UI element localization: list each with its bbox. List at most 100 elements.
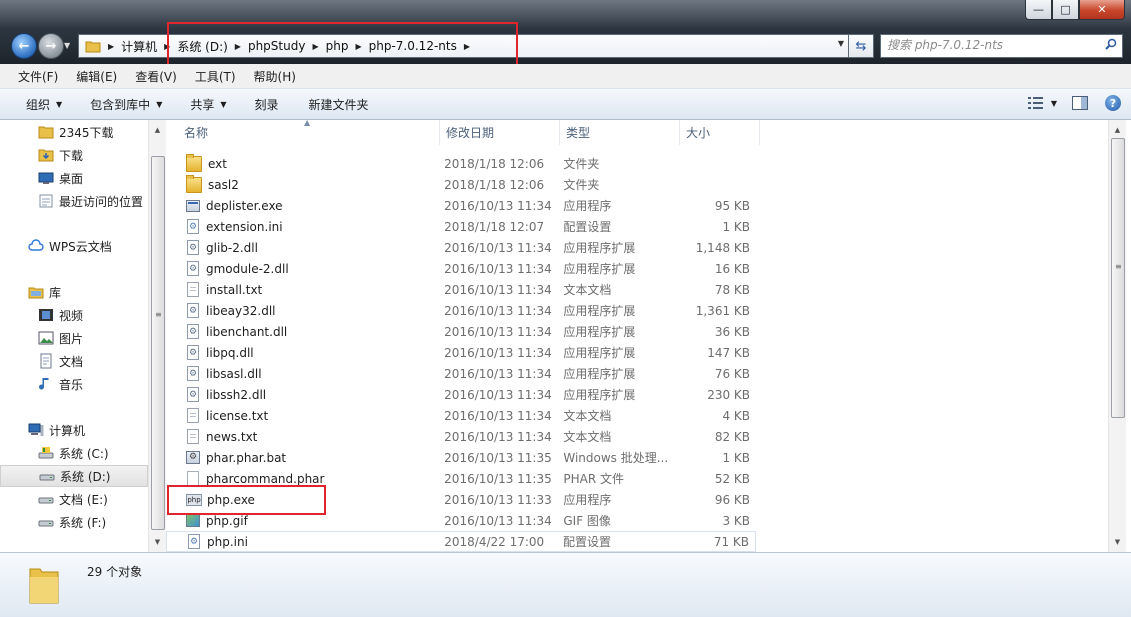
menu-view[interactable]: 查看(V) (129, 68, 183, 85)
sidebar-item-music[interactable]: 音乐 (0, 373, 148, 395)
bat-file-icon (186, 451, 200, 464)
burn-button[interactable]: 刻录 (245, 96, 289, 113)
drive-e-icon (38, 491, 54, 507)
sidebar-item-label: 2345下载 (59, 125, 114, 140)
include-in-library-button[interactable]: 包含到库中 ▼ (80, 96, 172, 113)
share-button[interactable]: 共享 ▼ (180, 96, 236, 113)
doc-file-icon (187, 282, 199, 297)
scroll-up-icon[interactable]: ▲ (149, 122, 166, 138)
view-chevron-down-icon[interactable]: ▼ (1051, 99, 1057, 108)
file-row[interactable]: license.txt 2016/10/13 11:34 文本文档 4 KB (166, 405, 756, 426)
file-type: 配置设置 (563, 535, 612, 549)
sidebar-scroll-thumb[interactable]: ≡ (151, 156, 165, 530)
sidebar-item-drive-c[interactable]: 系统 (C:) (0, 442, 148, 464)
view-options-icon[interactable] (1025, 93, 1047, 113)
search-icon[interactable] (1105, 38, 1117, 50)
scroll-up-icon[interactable]: ▲ (1109, 122, 1126, 138)
file-row[interactable]: glib-2.dll 2016/10/13 11:34 应用程序扩展 1,148 KB (166, 237, 756, 258)
file-date: 2016/10/13 11:35 (444, 471, 552, 486)
file-row[interactable]: install.txt 2016/10/13 11:34 文本文档 78 KB (166, 279, 756, 300)
file-size: 76 KB (714, 366, 751, 381)
window-controls: — □ ✕ (1025, 0, 1125, 20)
menu-file[interactable]: 文件(F) (12, 68, 64, 85)
sidebar-item-documents[interactable]: 文档 (0, 350, 148, 372)
chevron-down-icon: ▼ (56, 99, 63, 109)
new-folder-button[interactable]: 新建文件夹 (299, 96, 379, 113)
sidebar-item-drive-d[interactable]: 系统 (D:) (0, 465, 148, 487)
file-row[interactable]: news.txt 2016/10/13 11:34 文本文档 82 KB (166, 426, 756, 447)
file-name: deplister.exe (206, 198, 283, 213)
sidebar-item-pictures[interactable]: 图片 (0, 327, 148, 349)
minimize-button[interactable]: — (1025, 0, 1052, 20)
column-header-type[interactable]: 类型 (560, 120, 680, 145)
sidebar-item-videos[interactable]: 视频 (0, 304, 148, 326)
forward-button[interactable]: → (38, 33, 64, 59)
grip-icon: ≡ (155, 310, 162, 319)
file-row[interactable]: php.ini 2018/4/22 17:00 配置设置 71 KB (166, 531, 756, 552)
file-name-cell: extension.ini (166, 219, 438, 234)
file-date: 2018/1/18 12:06 (444, 156, 545, 171)
file-row[interactable]: libeay32.dll 2016/10/13 11:34 应用程序扩展 1,361 … (166, 300, 756, 321)
organize-button[interactable]: 组织 ▼ (16, 96, 72, 113)
file-row[interactable]: extension.ini 2018/1/18 12:07 配置设置 1 KB (166, 216, 756, 237)
file-date: 2016/10/13 11:34 (444, 429, 552, 444)
sidebar-scrollbar[interactable]: ▲ ≡ ▼ (148, 120, 166, 552)
file-date: 2016/10/13 11:34 (444, 408, 552, 423)
file-type: 应用程序扩展 (563, 388, 636, 402)
dll-file-icon (187, 261, 199, 276)
file-row[interactable]: libpq.dll 2016/10/13 11:34 应用程序扩展 147 KB (166, 342, 756, 363)
file-row[interactable]: libenchant.dll 2016/10/13 11:34 应用程序扩展 36 K… (166, 321, 756, 342)
file-name-cell: php.ini (167, 534, 438, 549)
file-name: ext (208, 156, 227, 171)
sidebar-item-drive-e[interactable]: 文档 (E:) (0, 488, 148, 510)
folder-icon (28, 561, 60, 605)
ini-file-icon (187, 219, 199, 234)
sidebar-item-drive-f[interactable]: 系统 (F:) (0, 511, 148, 533)
file-list-scrollbar[interactable]: ▲ ≡ ▼ (1108, 120, 1126, 552)
file-row[interactable]: deplister.exe 2016/10/13 11:34 应用程序 95 KB (166, 195, 756, 216)
breadcrumb-separator-icon[interactable]: ▶ (105, 42, 117, 51)
sidebar-item-downloads[interactable]: 下载 (0, 144, 148, 166)
sidebar-item-recent-places[interactable]: 最近访问的位置 (0, 190, 148, 212)
search-input[interactable] (881, 35, 1103, 55)
sidebar-item-libraries[interactable]: 库 (0, 281, 148, 303)
sidebar-item-wps-cloud[interactable]: WPS云文档 (0, 235, 148, 257)
sidebar-item-2345-downloads[interactable]: 2345下载 (0, 121, 148, 143)
column-header-date[interactable]: 修改日期 (440, 120, 560, 145)
scroll-down-icon[interactable]: ▼ (1109, 534, 1126, 550)
file-type: 文件夹 (563, 157, 600, 171)
file-row[interactable]: sasl2 2018/1/18 12:06 文件夹 (166, 174, 756, 195)
sidebar-item-desktop[interactable]: 桌面 (0, 167, 148, 189)
back-button[interactable]: ← (11, 33, 37, 59)
menu-tools[interactable]: 工具(T) (189, 68, 242, 85)
file-row[interactable]: gmodule-2.dll 2016/10/13 11:34 应用程序扩展 16 KB (166, 258, 756, 279)
column-header-name[interactable]: 名称 ▲ (166, 118, 440, 145)
file-size: 78 KB (714, 282, 751, 297)
close-button[interactable]: ✕ (1079, 0, 1125, 20)
file-row[interactable]: ext 2018/1/18 12:06 文件夹 (166, 153, 756, 174)
maximize-button[interactable]: □ (1052, 0, 1079, 20)
file-row[interactable]: libsasl.dll 2016/10/13 11:34 应用程序扩展 76 KB (166, 363, 756, 384)
scroll-down-icon[interactable]: ▼ (149, 534, 166, 550)
file-row[interactable]: phar.phar.bat 2016/10/13 11:35 Windows 批处理… (166, 447, 756, 468)
help-icon[interactable]: ? (1105, 95, 1121, 111)
highlight-box-php-exe (167, 485, 326, 515)
sidebar-item-computer[interactable]: 计算机 (0, 419, 148, 441)
file-name: libsasl.dll (206, 366, 262, 381)
menu-help[interactable]: 帮助(H) (248, 68, 302, 85)
column-header-size[interactable]: 大小 (680, 120, 760, 145)
file-type: 应用程序扩展 (563, 346, 636, 360)
address-history-chevron-icon[interactable]: ▼ (838, 39, 844, 48)
preview-pane-icon[interactable] (1069, 93, 1091, 113)
recent-pages-chevron-icon[interactable]: ▼ (64, 41, 70, 50)
file-type: 应用程序 (563, 199, 612, 213)
breadcrumb-computer[interactable]: 计算机 (117, 35, 161, 57)
file-date: 2016/10/13 11:34 (444, 345, 552, 360)
download-folder-icon (38, 147, 54, 163)
menu-edit[interactable]: 编辑(E) (70, 68, 123, 85)
search-box[interactable] (880, 34, 1123, 58)
file-row[interactable]: libssh2.dll 2016/10/13 11:34 应用程序扩展 230 KB (166, 384, 756, 405)
refresh-button[interactable]: ⇆ (848, 34, 874, 58)
file-list-scroll-thumb[interactable]: ≡ (1111, 138, 1125, 418)
ini-file-icon (188, 534, 200, 549)
